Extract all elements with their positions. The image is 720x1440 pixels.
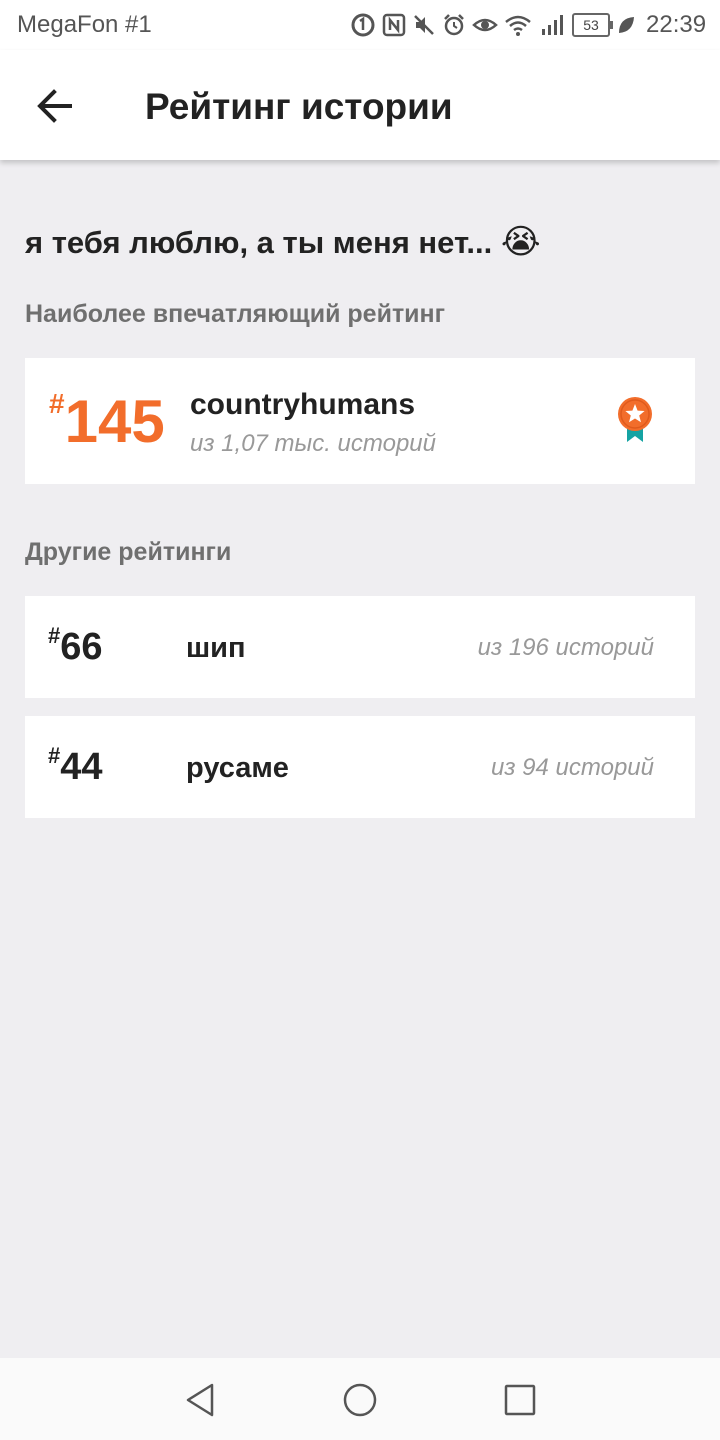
- system-nav-bar: [0, 1358, 720, 1440]
- wifi-icon: [505, 15, 531, 36]
- nav-back-button[interactable]: [180, 1380, 220, 1420]
- rank: #44: [48, 743, 103, 788]
- top-rank: #145: [49, 388, 165, 455]
- eye-comfort-icon: [472, 18, 498, 32]
- back-triangle-icon: [186, 1383, 214, 1417]
- top-rating-label: Наиболее впечатляющий рейтинг: [25, 300, 446, 328]
- status-bar: MegaFon #1 53 22:39: [0, 0, 720, 50]
- top-rating-card[interactable]: #145 countryhumans из 1,07 тыс. историй: [25, 358, 695, 484]
- app-bar: Рейтинг истории: [0, 50, 720, 160]
- rank-number: 44: [60, 746, 103, 788]
- data-saver-icon: [351, 13, 375, 37]
- award-ribbon-icon: [618, 397, 652, 442]
- story-count: из 94 историй: [491, 754, 654, 781]
- home-circle-icon: [343, 1383, 377, 1417]
- rating-row[interactable]: #44 русаме из 94 историй: [25, 716, 695, 818]
- rank-hash: #: [48, 743, 61, 768]
- rank: #66: [48, 623, 103, 668]
- rank-number: 66: [60, 626, 103, 668]
- rank-number: 145: [64, 388, 165, 455]
- story-count: из 196 историй: [477, 634, 654, 661]
- other-ratings-label: Другие рейтинги: [25, 538, 232, 566]
- mute-icon: [414, 15, 434, 35]
- alarm-icon: [444, 14, 464, 36]
- story-title: я тебя люблю, а ты меня нет... 😭: [25, 222, 541, 262]
- rank-hash: #: [48, 623, 61, 648]
- rank-hash: #: [49, 388, 65, 419]
- clock: 22:39: [646, 11, 707, 38]
- crying-face-emoji: 😭: [500, 222, 541, 262]
- back-button[interactable]: [26, 78, 86, 134]
- battery-icon: 53: [572, 13, 613, 37]
- leaf-icon: [619, 17, 634, 33]
- category-name: шип: [186, 632, 246, 664]
- top-story-count: из 1,07 тыс. историй: [190, 430, 436, 457]
- nav-home-button[interactable]: [340, 1380, 380, 1420]
- recents-square-icon: [504, 1384, 536, 1416]
- top-category: countryhumans: [190, 388, 416, 421]
- carrier-name: MegaFon #1: [17, 11, 152, 38]
- status-icons: 53: [350, 10, 636, 40]
- arrow-left-icon: [37, 89, 72, 123]
- story-title-text: я тебя люблю, а ты меня нет...: [25, 225, 493, 260]
- rating-row[interactable]: #66 шип из 196 историй: [25, 596, 695, 698]
- page-title: Рейтинг истории: [145, 86, 453, 127]
- nav-recents-button[interactable]: [500, 1380, 540, 1420]
- category-name: русаме: [186, 752, 289, 784]
- signal-icon: [542, 15, 563, 35]
- nfc-icon: [382, 13, 406, 37]
